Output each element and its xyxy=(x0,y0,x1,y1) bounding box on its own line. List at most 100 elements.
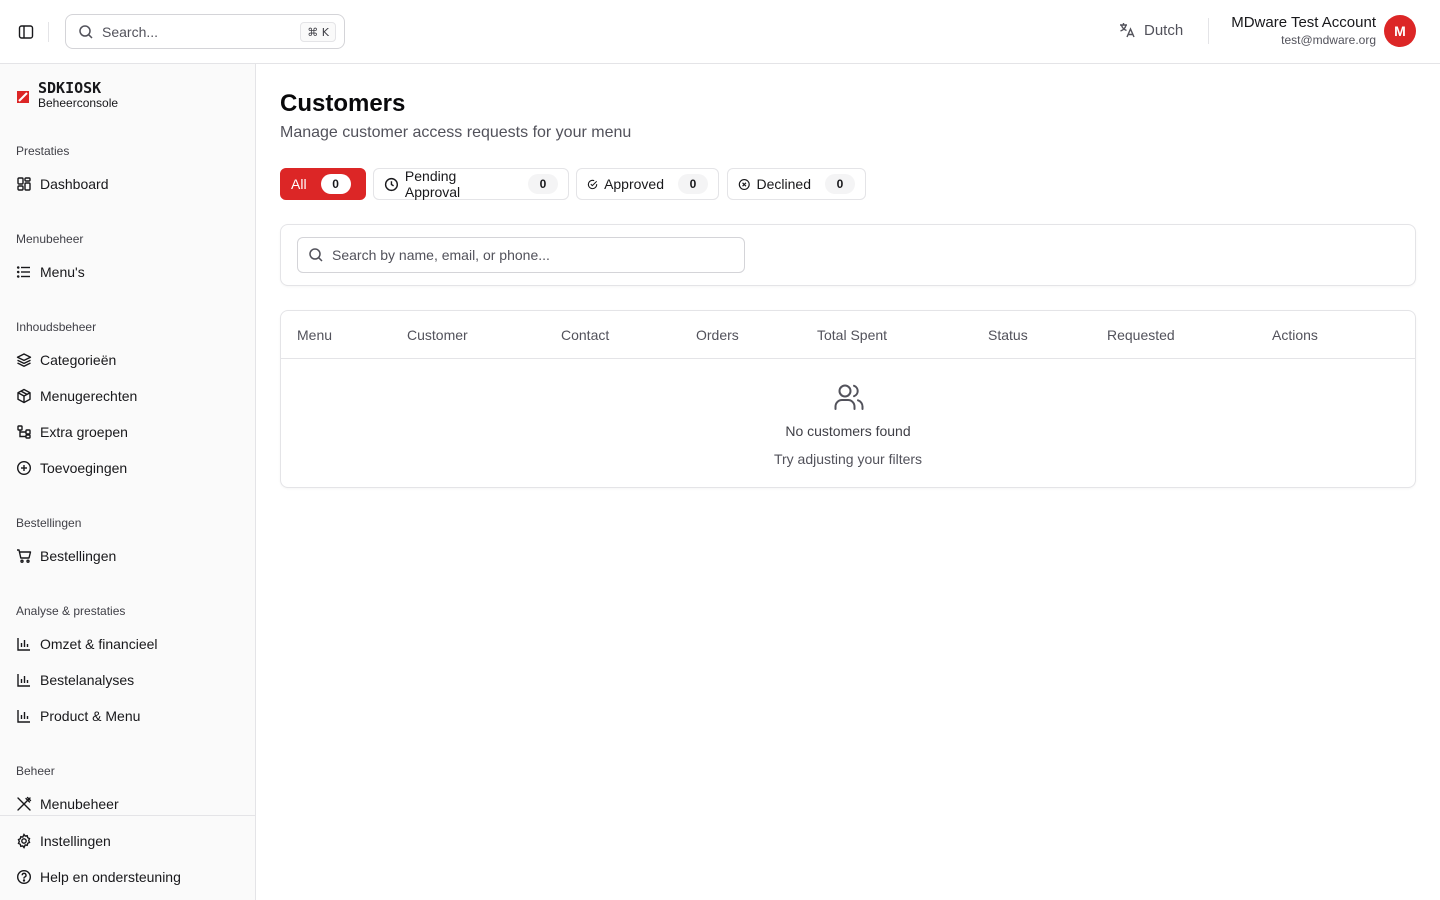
search-icon xyxy=(309,248,323,262)
sidebar-toggle-button[interactable] xyxy=(14,20,38,44)
brand-subtitle: Beheerconsole xyxy=(38,96,119,110)
sidebar-item-label: Omzet & financieel xyxy=(40,636,158,652)
help-icon xyxy=(16,869,32,885)
sidebar-item-label: Dashboard xyxy=(40,176,109,192)
cart-icon xyxy=(17,549,32,563)
bar-chart-icon xyxy=(17,674,30,687)
search-card xyxy=(280,224,1416,286)
section-label-beheer: Beheer xyxy=(16,764,55,778)
sidebar-item-revenue[interactable]: Omzet & financieel xyxy=(16,630,240,658)
column-header-status[interactable]: Status xyxy=(988,327,1028,343)
customers-table: Menu Customer Contact Orders Total Spent… xyxy=(280,310,1416,488)
sidebar-item-label: Menu's xyxy=(40,264,85,280)
filter-declined-button[interactable]: Declined 0 xyxy=(727,168,866,200)
translate-icon xyxy=(1120,23,1135,38)
customer-search-field[interactable] xyxy=(297,237,745,273)
account-name: MDware Test Account xyxy=(1231,14,1376,31)
section-label-analyse: Analyse & prestaties xyxy=(16,604,126,618)
empty-state-title: No customers found xyxy=(785,423,911,439)
search-icon xyxy=(79,24,93,39)
language-switcher[interactable]: Dutch xyxy=(1118,21,1183,39)
column-header-requested[interactable]: Requested xyxy=(1107,327,1175,343)
top-bar: Search... ⌘ K Dutch MDware Test Account … xyxy=(0,0,1440,64)
sidebar-item-settings[interactable]: Instellingen xyxy=(16,827,240,855)
section-label-prestaties: Prestaties xyxy=(16,144,70,158)
page-subtitle: Manage customer access requests for your… xyxy=(280,124,632,141)
plus-circle-icon xyxy=(16,460,32,476)
sidebar-item-help[interactable]: Help en ondersteuning xyxy=(16,863,240,891)
account-info[interactable]: MDware Test Account test@mdware.org xyxy=(1231,14,1376,48)
sidebar-item-orders[interactable]: Bestellingen xyxy=(16,542,240,570)
sidebar-item-label: Bestelanalyses xyxy=(40,672,135,688)
divider xyxy=(1208,18,1209,44)
filter-count: 0 xyxy=(320,174,351,194)
brand[interactable]: SDKIOSK Beheerconsole xyxy=(16,80,118,110)
account-email: test@mdware.org xyxy=(1281,33,1376,47)
filter-count: 0 xyxy=(678,174,708,194)
layers-icon xyxy=(16,353,32,367)
logo-icon xyxy=(17,91,29,103)
filter-approved-button[interactable]: Approved 0 xyxy=(576,168,719,200)
sidebar-item-order-analytics[interactable]: Bestelanalyses xyxy=(16,666,240,694)
sidebar: SDKIOSK Beheerconsole Prestaties Dashboa… xyxy=(0,64,256,900)
filter-label: All xyxy=(291,176,307,192)
sidebar-item-label: Menubeheer xyxy=(40,796,119,812)
column-header-menu[interactable]: Menu xyxy=(297,327,332,343)
groups-icon xyxy=(17,425,31,439)
filter-count: 0 xyxy=(528,174,558,194)
avatar[interactable]: M xyxy=(1384,15,1416,47)
gear-icon xyxy=(17,833,31,849)
sidebar-item-label: Product & Menu xyxy=(40,708,141,724)
filter-label: Pending Approval xyxy=(404,168,461,200)
sidebar-item-additions[interactable]: Toevoegingen xyxy=(16,454,240,482)
sidebar-item-menus[interactable]: Menu's xyxy=(16,258,240,286)
global-search[interactable]: Search... ⌘ K xyxy=(65,14,345,49)
section-label-bestellingen: Bestellingen xyxy=(16,516,82,530)
sidebar-item-label: Menugerechten xyxy=(40,388,138,404)
empty-state-hint: Try adjusting your filters xyxy=(773,451,923,467)
utensils-icon xyxy=(17,796,32,811)
section-label-inhoudsbeheer: Inhoudsbeheer xyxy=(16,320,97,334)
sidebar-item-categories[interactable]: Categorieën xyxy=(16,346,240,374)
list-icon xyxy=(16,266,30,278)
sidebar-item-label: Instellingen xyxy=(40,833,111,849)
customer-search-input[interactable] xyxy=(332,247,732,263)
column-header-customer[interactable]: Customer xyxy=(407,327,468,343)
sidebar-item-menu-management[interactable]: Menubeheer xyxy=(16,790,240,818)
column-header-actions: Actions xyxy=(1272,327,1318,343)
clock-icon xyxy=(384,177,399,191)
bar-chart-icon xyxy=(17,638,30,651)
dashboard-icon xyxy=(17,177,31,191)
search-shortcut: ⌘ K xyxy=(300,22,336,42)
x-circle-icon xyxy=(738,178,750,190)
column-header-total-spent[interactable]: Total Spent xyxy=(817,327,887,343)
filter-count: 0 xyxy=(825,174,855,194)
filter-pending-button[interactable]: Pending Approval 0 xyxy=(373,168,569,200)
table-header: Menu Customer Contact Orders Total Spent… xyxy=(281,311,1415,359)
filter-all-button[interactable]: All 0 xyxy=(280,168,366,200)
sidebar-item-label: Bestellingen xyxy=(40,548,117,564)
filter-label: Declined xyxy=(756,176,811,192)
sidebar-item-label: Extra groepen xyxy=(40,424,128,440)
section-label-menubeheer: Menubeheer xyxy=(16,232,84,246)
sidebar-item-product-menu[interactable]: Product & Menu xyxy=(16,702,240,730)
divider xyxy=(48,22,49,42)
sidebar-item-dashboard[interactable]: Dashboard xyxy=(16,170,240,198)
page-title: Customers xyxy=(280,90,406,117)
column-header-contact[interactable]: Contact xyxy=(561,327,609,343)
sidebar-item-label: Categorieën xyxy=(40,352,117,368)
sidebar-item-label: Help en ondersteuning xyxy=(40,869,181,885)
package-icon xyxy=(17,388,31,404)
brand-wordmark: SDKIOSK xyxy=(38,79,102,97)
sidebar-item-label: Toevoegingen xyxy=(40,460,128,476)
check-circle-icon xyxy=(587,179,598,189)
sidebar-footer: Instellingen Help en ondersteuning xyxy=(0,815,255,900)
global-search-placeholder: Search... xyxy=(102,23,159,40)
bar-chart-icon xyxy=(17,710,30,723)
column-header-orders[interactable]: Orders xyxy=(696,327,739,343)
language-label: Dutch xyxy=(1144,21,1184,39)
sidebar-item-menu-dishes[interactable]: Menugerechten xyxy=(16,382,240,410)
filter-label: Approved xyxy=(604,176,664,192)
sidebar-item-extra-groups[interactable]: Extra groepen xyxy=(16,418,240,446)
users-icon xyxy=(834,384,864,410)
